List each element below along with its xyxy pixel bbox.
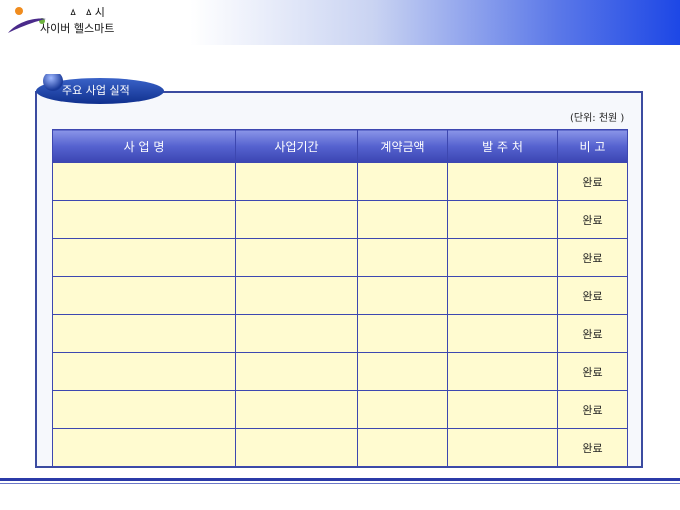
remarks-cell: 완료 — [557, 238, 628, 277]
column-header-client: 발 주 처 — [447, 129, 558, 163]
table-cell — [357, 276, 448, 315]
table-cell — [52, 238, 236, 277]
remarks-cell: 완료 — [557, 428, 628, 467]
table-row: 완료 — [52, 352, 628, 391]
table-cell — [447, 200, 558, 239]
column-header-period: 사업기간 — [235, 129, 358, 163]
column-header-remarks: 비 고 — [557, 129, 628, 163]
column-header-contract-amount: 계약금액 — [357, 129, 448, 163]
table-cell — [357, 390, 448, 429]
remarks-cell: 완료 — [557, 276, 628, 315]
remarks-cell: 완료 — [557, 200, 628, 239]
table-row: 완료 — [52, 314, 628, 353]
column-header-business-name: 사 업 명 — [52, 129, 236, 163]
table-row: 완료 — [52, 428, 628, 467]
table-cell — [357, 428, 448, 467]
table-cell — [357, 352, 448, 391]
remarks-cell: 완료 — [557, 162, 628, 201]
table-cell — [235, 200, 358, 239]
section-title: 주요 사업 실적 — [62, 84, 130, 97]
table-cell — [357, 200, 448, 239]
table-cell — [52, 428, 236, 467]
table-cell — [52, 314, 236, 353]
remarks-cell: 완료 — [557, 390, 628, 429]
remarks-cell: 완료 — [557, 352, 628, 391]
footer-rule-thin — [0, 483, 680, 484]
table-cell — [357, 238, 448, 277]
table-cell — [447, 276, 558, 315]
table-cell — [447, 352, 558, 391]
table-cell — [447, 314, 558, 353]
table-cell — [52, 200, 236, 239]
table-cell — [52, 352, 236, 391]
table-row: 완료 — [52, 390, 628, 429]
table-cell — [447, 162, 558, 201]
table-cell — [235, 162, 358, 201]
table-cell — [52, 162, 236, 201]
table-row: 완료 — [52, 162, 628, 201]
table-row: 완료 — [52, 238, 628, 277]
table-cell — [447, 238, 558, 277]
table-cell — [357, 162, 448, 201]
table-cell — [357, 314, 448, 353]
table-cell — [235, 352, 358, 391]
logo-text-line2: 사이버 헬스마트 — [40, 22, 115, 35]
table-row: 완료 — [52, 200, 628, 239]
footer-rule — [0, 478, 680, 481]
table-cell — [52, 276, 236, 315]
table-cell — [235, 314, 358, 353]
table-cell — [235, 428, 358, 467]
unit-note: (단위: 천원 ) — [570, 113, 625, 124]
table-header-row: 사 업 명 사업기간 계약금액 발 주 처 비 고 — [52, 129, 628, 163]
business-results-table: 사 업 명 사업기간 계약금액 발 주 처 비 고 완료 완료 완료 완료 완료… — [52, 129, 628, 467]
table-row: 완료 — [52, 276, 628, 315]
table-cell — [235, 238, 358, 277]
remarks-cell: 완료 — [557, 314, 628, 353]
table-cell — [447, 428, 558, 467]
table-cell — [447, 390, 558, 429]
table-cell — [235, 276, 358, 315]
logo-text-line1: ㅿ ㅿ시 — [68, 6, 106, 19]
table-cell — [235, 390, 358, 429]
table-cell — [52, 390, 236, 429]
